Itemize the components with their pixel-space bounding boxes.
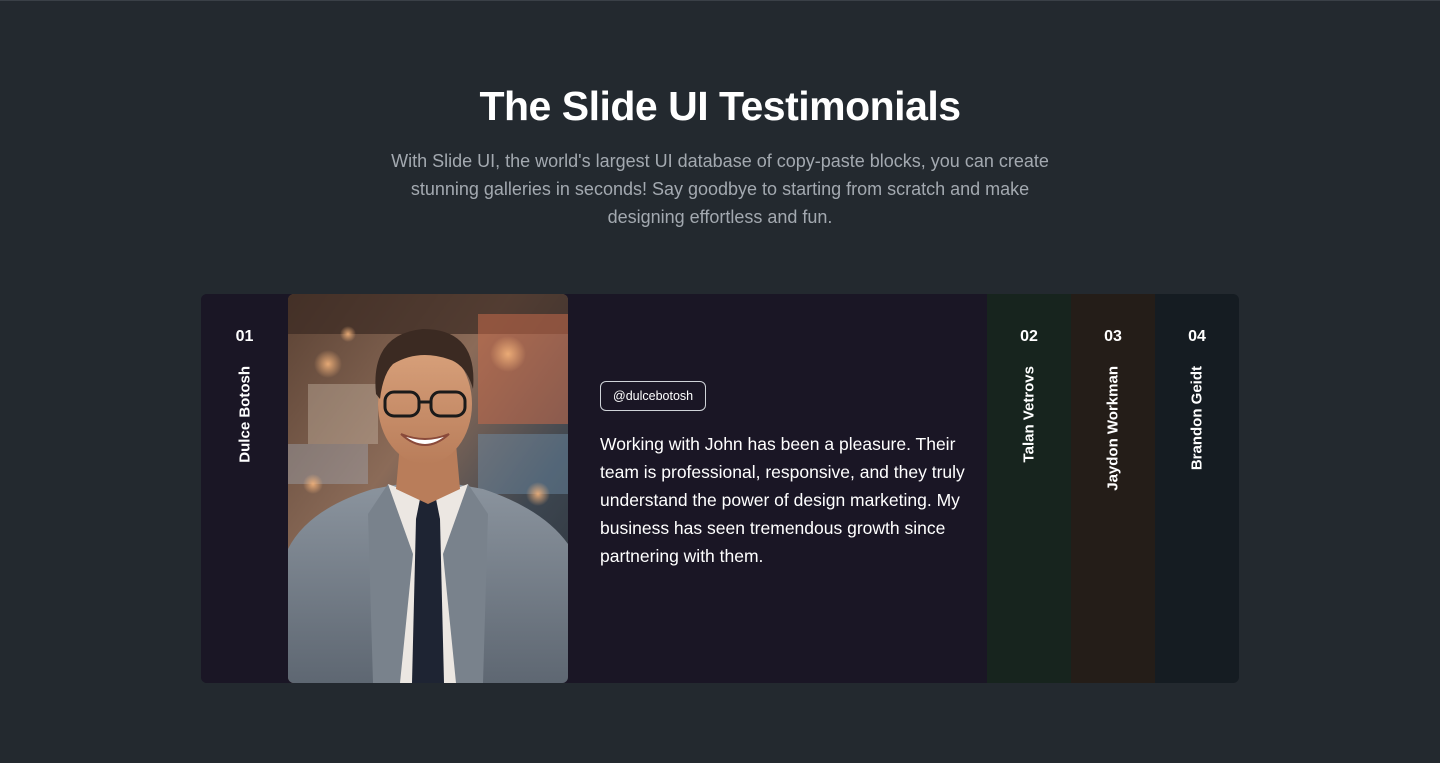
slide-name: Brandon Geidt (1188, 366, 1206, 471)
slide-number: 01 (235, 328, 254, 345)
slide-number: 02 (1020, 328, 1038, 345)
testimonial-slider: 01 Dulce Botosh @dulcebotosh Working wit… (201, 294, 1239, 683)
author-handle-badge: @dulcebotosh (600, 381, 707, 411)
page-subtitle: With Slide UI, the world's largest UI da… (391, 151, 1049, 227)
slide-name: Talan Vetrovs (1020, 366, 1038, 463)
slide-name: Jaydon Workman (1104, 366, 1122, 491)
slide-tab-2[interactable]: 02 Talan Vetrovs (987, 294, 1071, 683)
portrait-image (288, 294, 568, 683)
slide-tab-1[interactable]: 01 Dulce Botosh (201, 294, 288, 683)
page-title: The Slide UI Testimonials (479, 83, 961, 129)
slide-active: 01 Dulce Botosh @dulcebotosh Working wit… (201, 294, 987, 683)
testimonial-quote: Working with John has been a pleasure. T… (600, 434, 965, 566)
slide-number: 04 (1188, 328, 1206, 345)
slide-tab-3[interactable]: 03 Jaydon Workman (1071, 294, 1155, 683)
slide-tab-4[interactable]: 04 Brandon Geidt (1155, 294, 1239, 683)
slide-number: 03 (1104, 328, 1122, 345)
testimonials-page: The Slide UI Testimonials With Slide UI,… (0, 0, 1440, 763)
testimonial-content: @dulcebotosh Working with John has been … (568, 294, 987, 683)
testimonial-photo (288, 294, 568, 683)
slide-name: Dulce Botosh (236, 366, 253, 463)
